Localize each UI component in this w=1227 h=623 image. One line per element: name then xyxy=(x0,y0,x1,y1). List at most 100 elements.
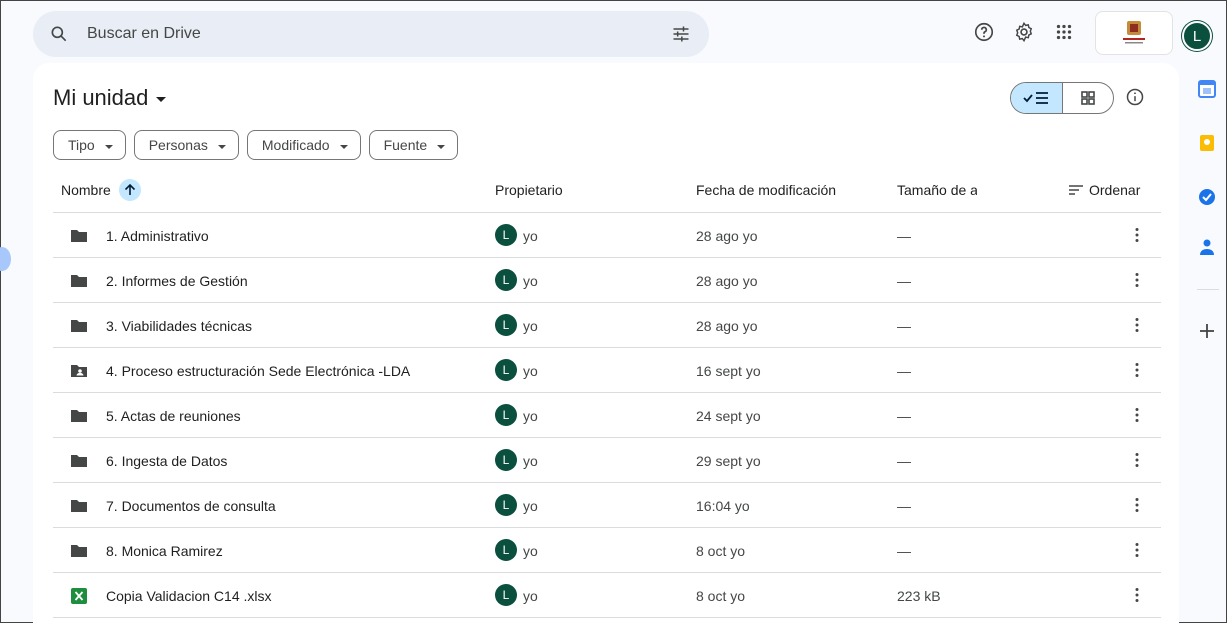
search-options-icon[interactable] xyxy=(671,24,691,44)
file-size: — xyxy=(897,498,911,514)
table-row[interactable]: 3. Viabilidades técnicas Lyo 28 ago yo — xyxy=(53,303,1161,348)
modified-date: 28 ago yo xyxy=(696,228,758,244)
more-vert-icon[interactable] xyxy=(1127,225,1147,245)
filter-people-label: Personas xyxy=(148,137,208,153)
file-size: — xyxy=(897,318,911,334)
more-vert-icon[interactable] xyxy=(1127,270,1147,290)
column-modified-header[interactable]: Fecha de modificación xyxy=(696,182,836,198)
folder-icon xyxy=(71,230,87,242)
table-row[interactable]: 2. Informes de Gestión Lyo 28 ago yo — xyxy=(53,258,1161,303)
owner-avatar: L xyxy=(495,314,517,336)
calendar-icon[interactable] xyxy=(1197,79,1217,99)
owner-name: yo xyxy=(523,408,538,424)
file-name[interactable]: 5. Actas de reuniones xyxy=(106,408,241,424)
more-vert-icon[interactable] xyxy=(1127,450,1147,470)
sort-options-button[interactable]: Ordenar xyxy=(1069,182,1140,198)
more-vert-icon[interactable] xyxy=(1127,360,1147,380)
owner-name: yo xyxy=(523,273,538,289)
help-icon[interactable] xyxy=(973,21,995,43)
more-vert-icon[interactable] xyxy=(1127,495,1147,515)
filter-source[interactable]: Fuente xyxy=(368,130,459,160)
account-avatar[interactable]: L xyxy=(1182,21,1212,51)
owner-avatar: L xyxy=(495,539,517,561)
modified-date: 24 sept yo xyxy=(696,408,761,424)
column-size-header[interactable]: Tamaño de a xyxy=(897,182,977,198)
list-view-button[interactable] xyxy=(1011,83,1063,113)
file-list: 1. Administrativo Lyo 28 ago yo —2. Informe… xyxy=(53,213,1161,618)
owner-name: yo xyxy=(523,588,538,604)
contacts-icon[interactable] xyxy=(1197,237,1217,257)
search-bar[interactable]: Buscar en Drive xyxy=(33,11,709,57)
column-owner-header[interactable]: Propietario xyxy=(495,182,563,198)
file-name[interactable]: 8. Monica Ramirez xyxy=(106,543,223,559)
spreadsheet-icon xyxy=(71,588,87,604)
filter-type[interactable]: Tipo xyxy=(53,130,126,160)
search-icon[interactable] xyxy=(49,24,69,44)
organization-logo-button[interactable] xyxy=(1095,11,1173,55)
owner-avatar: L xyxy=(495,494,517,516)
keep-icon[interactable] xyxy=(1197,133,1217,153)
top-bar: Buscar en Drive L xyxy=(1,1,1227,63)
owner-avatar: L xyxy=(495,449,517,471)
chevron-down-icon xyxy=(156,97,167,102)
modified-date: 16 sept yo xyxy=(696,363,761,379)
filter-modified[interactable]: Modificado xyxy=(246,130,361,160)
filter-modified-label: Modificado xyxy=(261,137,330,153)
table-row[interactable]: 1. Administrativo Lyo 28 ago yo — xyxy=(53,213,1161,258)
filter-people[interactable]: Personas xyxy=(133,130,239,160)
table-row[interactable]: 4. Proceso estructuración Sede Electróni… xyxy=(53,348,1161,393)
folder-icon xyxy=(71,320,87,332)
modified-date: 28 ago yo xyxy=(696,273,758,289)
owner-avatar: L xyxy=(495,584,517,606)
file-name[interactable]: 1. Administrativo xyxy=(106,228,209,244)
grid-view-button[interactable] xyxy=(1063,83,1114,113)
sort-label: Ordenar xyxy=(1089,182,1141,198)
file-name[interactable]: 4. Proceso estructuración Sede Electróni… xyxy=(106,363,410,379)
grid-view-icon xyxy=(1080,91,1095,105)
filter-source-label: Fuente xyxy=(383,137,428,153)
add-icon[interactable] xyxy=(1197,321,1217,341)
page-title-text: Mi unidad xyxy=(53,85,149,110)
owner-name: yo xyxy=(523,498,538,514)
apps-grid-icon[interactable] xyxy=(1053,21,1075,43)
tasks-icon[interactable] xyxy=(1197,187,1217,207)
table-row[interactable]: 7. Documentos de consulta Lyo 16:04 yo — xyxy=(53,483,1161,528)
table-row[interactable]: 8. Monica Ramirez Lyo 8 oct yo — xyxy=(53,528,1161,573)
file-name[interactable]: 2. Informes de Gestión xyxy=(106,273,248,289)
owner-name: yo xyxy=(523,453,538,469)
file-name[interactable]: 3. Viabilidades técnicas xyxy=(106,318,252,334)
more-vert-icon[interactable] xyxy=(1127,315,1147,335)
modified-date: 8 oct yo xyxy=(696,588,746,604)
column-name-header[interactable]: Nombre xyxy=(61,179,141,201)
folder-icon xyxy=(71,410,87,422)
page-title[interactable]: Mi unidad xyxy=(53,85,167,111)
owner-name: yo xyxy=(523,228,538,244)
organization-logo-icon xyxy=(1123,21,1145,44)
more-vert-icon[interactable] xyxy=(1127,585,1147,605)
chevron-down-icon xyxy=(104,144,113,149)
more-vert-icon[interactable] xyxy=(1127,405,1147,425)
file-name[interactable]: 7. Documentos de consulta xyxy=(106,498,276,514)
owner-avatar: L xyxy=(495,269,517,291)
filter-type-label: Tipo xyxy=(68,137,95,153)
owner-avatar: L xyxy=(495,404,517,426)
more-vert-icon[interactable] xyxy=(1127,540,1147,560)
folder-icon xyxy=(71,545,87,557)
table-row[interactable]: Copia Validacion C14 .xlsx Lyo 8 oct yo 223… xyxy=(53,573,1161,618)
file-name[interactable]: 6. Ingesta de Datos xyxy=(106,453,227,469)
table-row[interactable]: 5. Actas de reuniones Lyo 24 sept yo — xyxy=(53,393,1161,438)
folder-icon xyxy=(71,500,87,512)
file-size: — xyxy=(897,273,911,289)
file-size: 223 kB xyxy=(897,588,941,604)
file-name[interactable]: Copia Validacion C14 .xlsx xyxy=(106,588,272,604)
file-size: — xyxy=(897,363,911,379)
gear-icon[interactable] xyxy=(1013,21,1035,43)
table-row[interactable]: 6. Ingesta de Datos Lyo 29 sept yo — xyxy=(53,438,1161,483)
search-input[interactable]: Buscar en Drive xyxy=(87,25,201,43)
sort-ascending-button[interactable] xyxy=(118,179,141,201)
owner-avatar: L xyxy=(495,359,517,381)
info-icon[interactable] xyxy=(1125,87,1145,107)
modified-date: 8 oct yo xyxy=(696,543,746,559)
shared-folder-icon xyxy=(71,365,87,377)
side-panel-handle[interactable] xyxy=(0,247,11,271)
